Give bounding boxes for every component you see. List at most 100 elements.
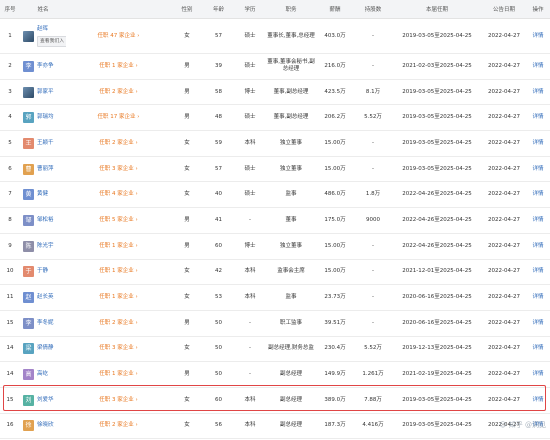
avatar[interactable] xyxy=(23,86,34,98)
avatar[interactable]: 郭 xyxy=(23,112,34,124)
detail-link[interactable]: 详情 xyxy=(532,397,543,403)
tenure-cell: 任职 3 家企业 › xyxy=(66,387,171,414)
avatar[interactable]: 李 xyxy=(23,317,34,329)
name-cell: 刘刘爱华 xyxy=(20,387,66,414)
detail-link[interactable]: 详情 xyxy=(532,217,543,223)
shares-cell: 1.8万 xyxy=(354,181,392,209)
tenure-link[interactable]: 任职 2 家企业 › xyxy=(99,140,137,146)
col-announce-date: 公告日期 xyxy=(482,0,526,19)
gender-cell: 男 xyxy=(171,207,203,234)
avatar[interactable]: 梁 xyxy=(23,343,34,355)
tenure-link[interactable]: 任职 47 家企业 › xyxy=(98,33,140,39)
avatar[interactable]: 黄 xyxy=(23,189,34,201)
avatar[interactable] xyxy=(23,30,34,42)
tag-badge[interactable]: 查看我们入 xyxy=(37,35,66,47)
tenure-cell: 任职 4 家企业 › xyxy=(66,181,171,209)
tenure-link[interactable]: 任职 3 家企业 › xyxy=(99,345,137,351)
detail-link[interactable]: 详情 xyxy=(532,63,543,69)
tenure-cell: 任职 3 家企业 › xyxy=(66,156,171,183)
detail-link[interactable]: 详情 xyxy=(532,345,543,351)
table-row: 9 陈陈光宇 任职 1 家企业 › 男 60 博士 独立董事 15.00万 -2022-04-2… xyxy=(0,233,550,260)
position-cell: 副总经理,财务总监 xyxy=(266,336,316,363)
person-name-link[interactable]: 刘爱华 xyxy=(37,397,54,404)
person-name-link[interactable]: 李亦争 xyxy=(37,63,54,70)
avatar[interactable]: 高 xyxy=(23,369,34,381)
shares-cell: - xyxy=(354,53,392,80)
page: 序号 姓名 性别 年龄 学历 职务 薪酬 持股数 本届任期 公告日期 操作 1赵… xyxy=(0,0,550,440)
table-row: 15 刘刘爱华 任职 3 家企业 › 女 60 本科 副总经理 389.0万 7.88万 2019… xyxy=(0,387,550,414)
name-cell: 李李冬妮 xyxy=(20,310,66,337)
person-name-link[interactable]: 曹丽萍 xyxy=(37,166,54,173)
avatar[interactable]: 于 xyxy=(23,266,34,278)
avatar[interactable]: 李 xyxy=(23,60,34,72)
avatar[interactable]: 王 xyxy=(23,137,34,149)
tenure-link[interactable]: 任职 5 家企业 › xyxy=(99,217,137,223)
person-name-link[interactable]: 郭瑞均 xyxy=(37,114,54,121)
term-cell: 2022-04-26至2025-04-25 xyxy=(392,207,482,234)
tenure-link[interactable]: 任职 17 家企业 › xyxy=(98,114,140,120)
term-cell: 2019-03-05至2025-04-25 xyxy=(392,387,482,414)
term-cell: 2019-03-05至2025-04-25 xyxy=(392,104,482,132)
shares-cell: - xyxy=(354,130,392,157)
person-name-link[interactable]: 徐晓欣 xyxy=(37,422,54,429)
tenure-link[interactable]: 任职 2 家企业 › xyxy=(99,320,137,326)
row-no: 14 xyxy=(0,361,20,388)
announce-date-cell: 2022-04-27 xyxy=(482,104,526,132)
age-cell: 39 xyxy=(203,53,234,80)
detail-link[interactable]: 详情 xyxy=(532,140,543,146)
avatar[interactable]: 曹 xyxy=(23,163,34,175)
person-name-link[interactable]: 陈光宇 xyxy=(37,243,54,250)
gender-cell: 女 xyxy=(171,259,203,286)
person-name-link[interactable]: 王颖千 xyxy=(37,140,54,147)
tenure-link[interactable]: 任职 1 家企业 › xyxy=(99,371,137,377)
tenure-link[interactable]: 任职 2 家企业 › xyxy=(99,89,137,95)
person-name-link[interactable]: 赵长英 xyxy=(37,294,54,301)
action-cell: 详情 xyxy=(526,233,550,260)
person-name-link[interactable]: 于静 xyxy=(37,268,48,275)
table-row: 14 梁梁倩静 任职 3 家企业 › 女 50- 副总经理,财务总监 230.4万 5.52万… xyxy=(0,336,550,363)
tenure-link[interactable]: 任职 3 家企业 › xyxy=(99,397,137,403)
education-cell: 本科 xyxy=(234,130,266,157)
person-name-link[interactable]: 赵晖 xyxy=(37,26,66,33)
action-cell: 详情 xyxy=(526,79,550,106)
detail-link[interactable]: 详情 xyxy=(532,191,543,197)
action-cell: 详情 xyxy=(526,284,550,311)
tenure-link[interactable]: 任职 1 家企业 › xyxy=(99,243,137,249)
detail-link[interactable]: 详情 xyxy=(532,89,543,95)
detail-link[interactable]: 详情 xyxy=(532,114,543,120)
person-name-link[interactable]: 梁倩静 xyxy=(37,345,54,352)
detail-link[interactable]: 详情 xyxy=(532,166,543,172)
position-cell: 监事 xyxy=(266,181,316,209)
tenure-link[interactable]: 任职 1 家企业 › xyxy=(99,63,137,69)
detail-link[interactable]: 详情 xyxy=(532,371,543,377)
avatar[interactable]: 刘 xyxy=(23,394,34,406)
avatar[interactable]: 徐 xyxy=(23,420,34,432)
avatar[interactable]: 邹 xyxy=(23,214,34,226)
tenure-link[interactable]: 任职 1 家企业 › xyxy=(99,294,137,300)
person-name-link[interactable]: 李冬妮 xyxy=(37,320,54,327)
name-cell: 黄黄健 xyxy=(20,181,66,209)
tenure-cell: 任职 1 家企业 › xyxy=(66,284,171,311)
salary-cell: 15.00万 xyxy=(316,233,354,260)
avatar[interactable]: 赵 xyxy=(23,292,34,304)
detail-link[interactable]: 详情 xyxy=(532,33,543,39)
tenure-link[interactable]: 任职 3 家企业 › xyxy=(99,166,137,172)
person-name-link[interactable]: 黄健 xyxy=(37,191,48,198)
tenure-link[interactable]: 任职 1 家企业 › xyxy=(99,268,137,274)
person-name-link[interactable]: 邹松裕 xyxy=(37,217,54,224)
detail-link[interactable]: 详情 xyxy=(532,294,543,300)
person-name-link[interactable]: 郭家平 xyxy=(37,89,54,96)
detail-link[interactable]: 详情 xyxy=(532,243,543,249)
detail-link[interactable]: 详情 xyxy=(532,320,543,326)
education-cell: 硕士 xyxy=(234,18,266,54)
age-cell: 58 xyxy=(203,79,234,106)
tenure-link[interactable]: 任职 2 家企业 › xyxy=(99,422,137,428)
tenure-link[interactable]: 任职 4 家企业 › xyxy=(99,191,137,197)
col-gender: 性别 xyxy=(171,0,203,19)
detail-link[interactable]: 详情 xyxy=(532,268,543,274)
avatar[interactable]: 陈 xyxy=(23,240,34,252)
person-name-link[interactable]: 高屹 xyxy=(37,371,48,378)
gender-cell: 女 xyxy=(171,156,203,183)
age-cell: 56 xyxy=(203,413,234,440)
gender-cell: 男 xyxy=(171,361,203,388)
